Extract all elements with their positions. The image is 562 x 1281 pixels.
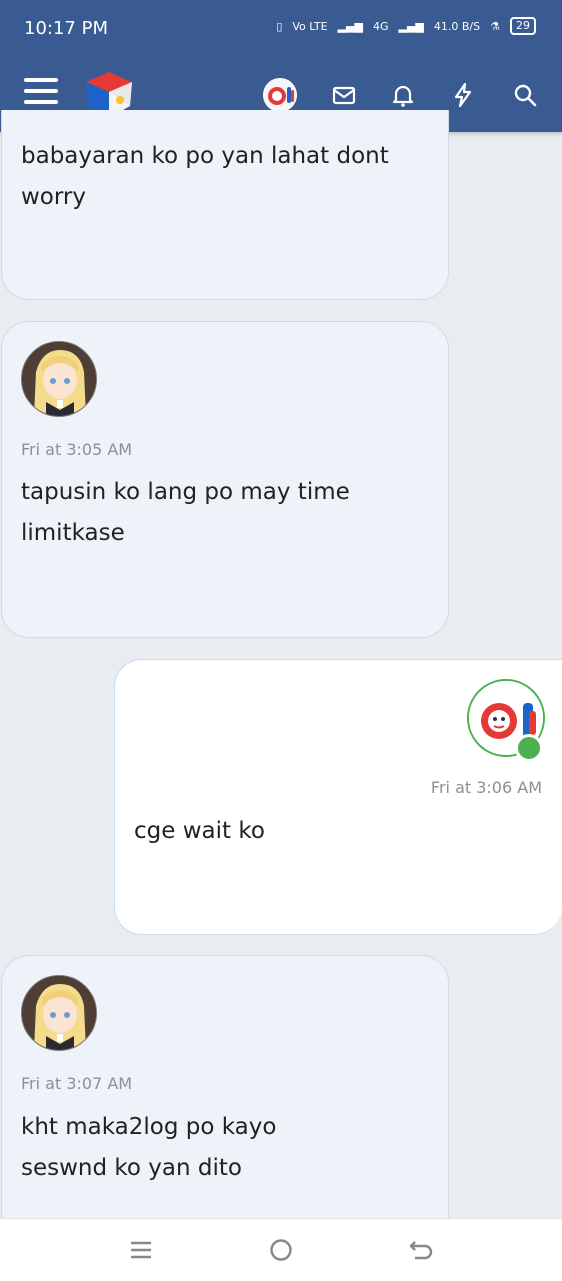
message-text: kht maka2log po kayo seswnd ko yan dito [21, 1114, 277, 1181]
data-speed: 41.0 B/S [433, 19, 481, 33]
mail-icon[interactable] [331, 82, 357, 108]
message-text: cge wait ko [134, 818, 265, 844]
message-text: babayaran ko po yan lahat dont worry [21, 143, 389, 210]
message-time: Fri at 3:06 AM [430, 778, 542, 797]
user-avatar[interactable] [263, 78, 297, 112]
status-bar: 10:17 PM ▯ Vo LTE ▂▄▆ 4G ▂▄▆ 41.0 B/S ⚗ … [0, 0, 562, 56]
bolt-icon[interactable] [450, 82, 476, 108]
menu-icon[interactable] [24, 78, 58, 108]
flask-icon: ⚗ [490, 19, 500, 33]
search-icon[interactable] [512, 82, 538, 108]
message-bubble: Fri at 3:07 AM kht maka2log po kayo sesw… [1, 955, 449, 1255]
recents-icon[interactable] [127, 1236, 155, 1264]
message-bubble: babayaran ko po yan lahat dont worry [1, 110, 449, 300]
system-nav-bar [0, 1218, 562, 1281]
battery-indicator: 29 [510, 17, 536, 35]
status-time: 10:17 PM [24, 18, 108, 39]
network-gen: 4G [372, 19, 389, 33]
message-text: tapusin ko lang po may time limitkase [21, 479, 350, 546]
online-status-icon [515, 734, 543, 762]
signal-icon: ▂▄▆ [337, 19, 363, 33]
message-bubble-self: Fri at 3:06 AM cge wait ko [114, 659, 562, 935]
status-icons: ▯ Vo LTE ▂▄▆ 4G ▂▄▆ 41.0 B/S ⚗ 29 [276, 17, 536, 35]
network-label: Vo LTE [292, 19, 328, 33]
message-time: Fri at 3:05 AM [21, 440, 133, 459]
bell-icon[interactable] [390, 82, 416, 108]
message-bubble: Fri at 3:05 AM tapusin ko lang po may ti… [1, 321, 449, 638]
sender-avatar[interactable] [21, 341, 97, 417]
signal-icon-2: ▂▄▆ [398, 19, 424, 33]
sender-avatar[interactable] [21, 975, 97, 1051]
back-icon[interactable] [407, 1236, 435, 1264]
home-icon[interactable] [267, 1236, 295, 1264]
vibrate-icon: ▯ [276, 19, 283, 33]
message-time: Fri at 3:07 AM [21, 1074, 133, 1093]
